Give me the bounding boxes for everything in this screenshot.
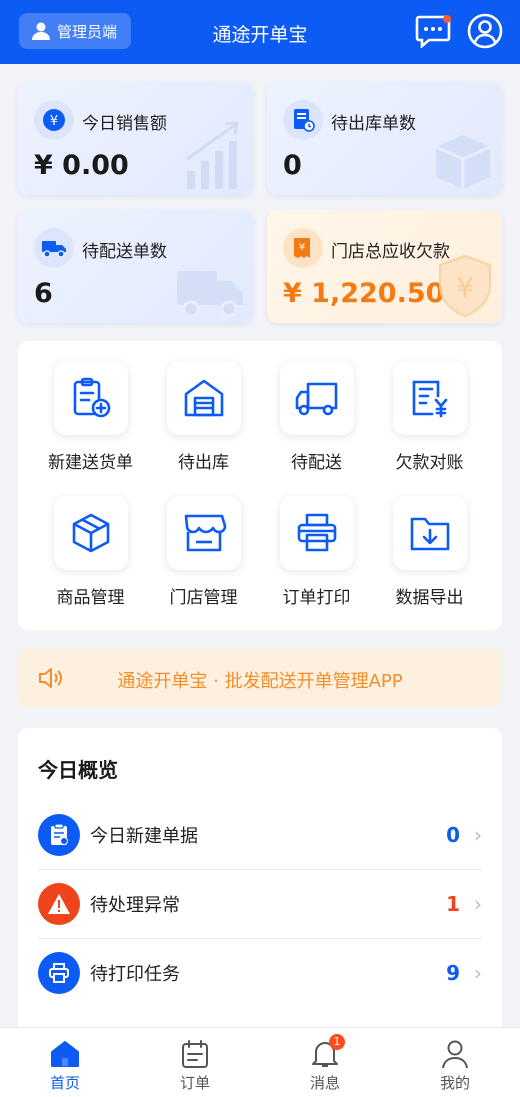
stat-card-pending-outbound[interactable]: 待出库单数 0 bbox=[267, 82, 502, 195]
svg-text:¥: ¥ bbox=[299, 242, 305, 253]
grid-item-new-delivery[interactable]: 新建送货单 bbox=[34, 361, 147, 473]
tab-label: 首页 bbox=[49, 1074, 80, 1092]
bill-yen-icon bbox=[412, 380, 447, 418]
row-value: 9 bbox=[446, 960, 460, 985]
today-overview: 今日概览 今日新建单据 0 › 待处理异常 1 › 待打印任务 9 › bbox=[18, 728, 502, 1027]
stat-label: 门店总应收欠款 bbox=[331, 242, 450, 262]
warning-icon bbox=[38, 882, 80, 925]
profile-icon[interactable] bbox=[467, 13, 503, 49]
new-order-icon bbox=[73, 377, 110, 418]
chevron-right-icon: › bbox=[474, 822, 482, 847]
grid-item-pending-delivery[interactable]: 待配送 bbox=[260, 361, 373, 473]
stat-card-receivable-debt[interactable]: ¥ 门店总应收欠款 ¥ 1,220.50 ¥ bbox=[267, 210, 502, 323]
grid-item-label: 数据导出 bbox=[395, 588, 464, 608]
document-clock-icon bbox=[283, 100, 323, 140]
grid-item-label: 商品管理 bbox=[56, 588, 125, 608]
stat-card-sales[interactable]: ¥ 今日销售额 ¥ 0.00 bbox=[18, 82, 253, 195]
stat-value: 0 bbox=[283, 150, 302, 181]
delivery-truck-icon bbox=[34, 228, 74, 268]
tab-label: 订单 bbox=[179, 1074, 210, 1092]
tab-label: 我的 bbox=[439, 1074, 470, 1092]
svg-text:¥: ¥ bbox=[456, 271, 474, 304]
grid-item-label: 订单打印 bbox=[282, 588, 351, 608]
tab-messages[interactable]: 1 消息 bbox=[285, 1034, 365, 1093]
overview-row-new-docs[interactable]: 今日新建单据 0 › bbox=[38, 800, 482, 869]
stat-card-pending-delivery[interactable]: 待配送单数 6 bbox=[18, 210, 253, 323]
row-value: 0 bbox=[446, 822, 460, 847]
grid-item-label: 欠款对账 bbox=[395, 453, 464, 473]
bottom-tab-bar: 首页 订单 1 消息 我的 bbox=[0, 1027, 520, 1097]
grid-item-pending-outbound[interactable]: 待出库 bbox=[147, 361, 260, 473]
tab-label: 消息 bbox=[309, 1074, 340, 1092]
row-label: 待打印任务 bbox=[90, 963, 180, 985]
warehouse-icon bbox=[184, 379, 223, 417]
svg-text:¥: ¥ bbox=[50, 114, 58, 129]
stat-label: 今日销售额 bbox=[82, 114, 167, 134]
stat-value: ¥ 1,220.50 bbox=[283, 278, 445, 309]
grid-item-label: 待配送 bbox=[291, 453, 342, 473]
stat-value: 6 bbox=[34, 278, 53, 309]
printer-icon bbox=[38, 951, 80, 994]
notice-text: 通途开单宝 · 批发配送开单管理APP bbox=[117, 671, 403, 692]
message-dot bbox=[443, 15, 451, 23]
grid-item-label: 新建送货单 bbox=[48, 453, 133, 473]
grid-item-label: 待出库 bbox=[178, 453, 229, 473]
grid-item-data-export[interactable]: 数据导出 bbox=[373, 496, 486, 608]
box-icon bbox=[72, 513, 109, 553]
tab-home[interactable]: 首页 bbox=[25, 1038, 105, 1093]
row-value: 1 bbox=[446, 891, 460, 916]
yen-coin-icon: ¥ bbox=[34, 100, 74, 140]
truck-icon bbox=[295, 382, 337, 416]
grid-item-order-print[interactable]: 订单打印 bbox=[260, 496, 373, 608]
app-header: 管理员端 通途开单宝 bbox=[0, 0, 520, 64]
grid-item-product-mgmt[interactable]: 商品管理 bbox=[34, 496, 147, 608]
chevron-right-icon: › bbox=[474, 891, 482, 916]
stat-label: 待配送单数 bbox=[82, 242, 167, 262]
calendar-list-icon bbox=[182, 1040, 208, 1068]
tab-mine[interactable]: 我的 bbox=[415, 1038, 495, 1093]
folder-download-icon bbox=[410, 517, 449, 551]
chevron-right-icon: › bbox=[474, 960, 482, 985]
function-grid: 新建送货单 待出库 待配送 欠款对账 商品管理 门店管理 订单打印 数据导出 bbox=[18, 341, 502, 630]
overview-title: 今日概览 bbox=[38, 758, 118, 782]
notice-bar[interactable]: 通途开单宝 · 批发配送开单管理APP bbox=[18, 649, 502, 707]
truck-watermark-icon bbox=[177, 271, 243, 318]
stat-value: ¥ 0.00 bbox=[34, 150, 129, 181]
stat-label: 待出库单数 bbox=[331, 114, 416, 134]
grid-item-label: 门店管理 bbox=[169, 588, 238, 608]
overview-row-exceptions[interactable]: 待处理异常 1 › bbox=[38, 869, 482, 938]
tab-orders[interactable]: 订单 bbox=[155, 1038, 235, 1093]
store-icon bbox=[184, 514, 226, 552]
shield-yen-icon: ¥ bbox=[439, 254, 491, 318]
grid-item-store-mgmt[interactable]: 门店管理 bbox=[147, 496, 260, 608]
yen-receipt-icon: ¥ bbox=[283, 228, 323, 268]
person-icon bbox=[442, 1040, 468, 1069]
growth-chart-icon bbox=[186, 121, 239, 189]
home-icon bbox=[51, 1041, 79, 1067]
row-label: 今日新建单据 bbox=[90, 825, 198, 847]
row-label: 待处理异常 bbox=[90, 894, 180, 916]
message-badge: 1 bbox=[329, 1034, 345, 1050]
grid-item-debt-reconcile[interactable]: 欠款对账 bbox=[373, 361, 486, 473]
printer-icon bbox=[297, 513, 336, 552]
package-box-icon bbox=[435, 135, 491, 189]
overview-row-print-tasks[interactable]: 待打印任务 9 › bbox=[38, 938, 482, 1007]
clipboard-check-icon bbox=[38, 813, 80, 856]
